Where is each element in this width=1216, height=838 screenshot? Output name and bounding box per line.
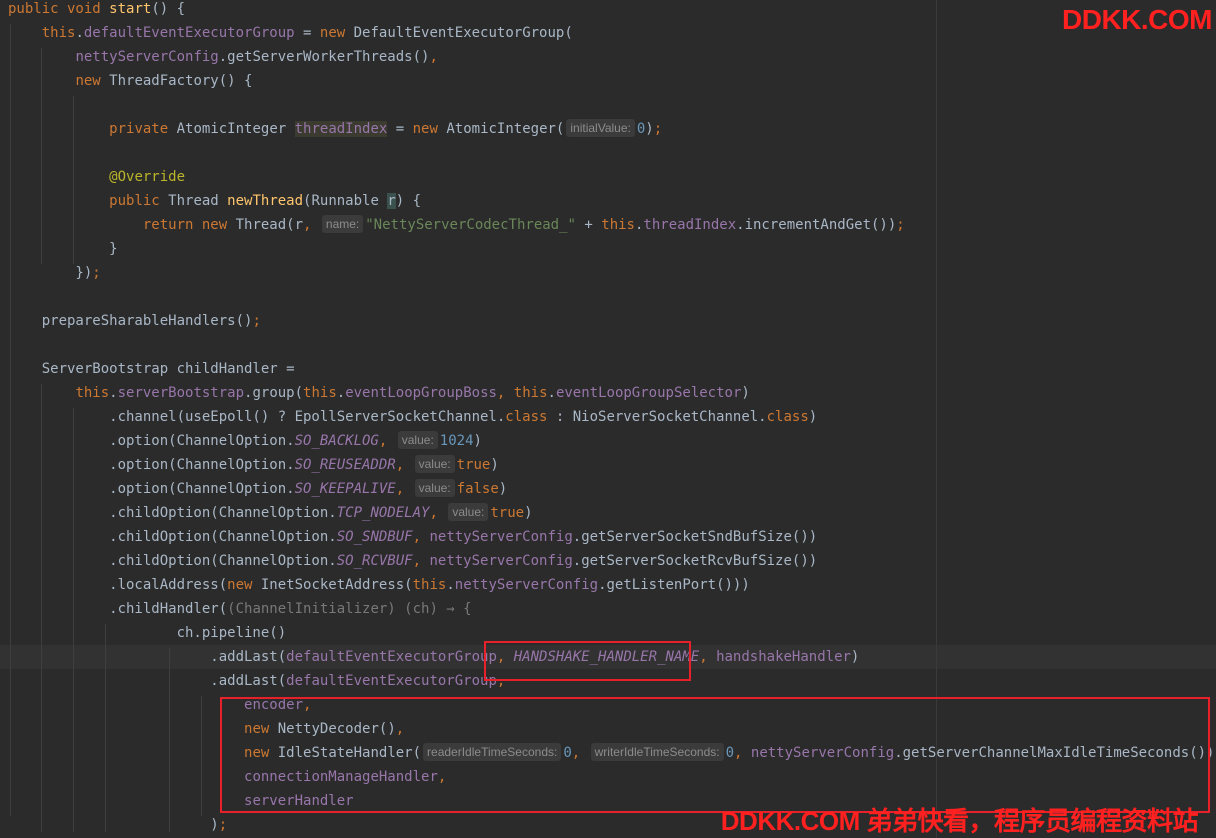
code-line: public void start() { — [8, 1, 186, 17]
code-line: return new Thread(r, name: "NettyServerCo… — [142, 215, 905, 233]
code-line: .childOption(ChannelOption.TCP_NODELAY, … — [8, 503, 533, 521]
param-hint: value: — [414, 479, 455, 497]
code-line: ); — [8, 817, 228, 833]
param-hint: initialValue: — [566, 119, 635, 137]
code-line: .childOption(ChannelOption.SO_RCVBUF, ne… — [8, 553, 818, 569]
code-line: .option(ChannelOption.SO_BACKLOG, value:… — [8, 431, 482, 449]
code-line: .channel(useEpoll() ? EpollServerSocketC… — [8, 409, 818, 425]
code-line: ServerBootstrap childHandler = — [8, 361, 295, 377]
code-line: .addLast(defaultEventExecutorGroup, — [8, 673, 506, 689]
code-line: nettyServerConfig.getServerWorkerThreads… — [75, 49, 438, 65]
code-editor[interactable]: public void start() { this.defaultEventE… — [0, 0, 1216, 838]
highlight-box-handshake — [484, 641, 691, 681]
code-line: this.defaultEventExecutorGroup = new Def… — [41, 25, 573, 41]
code-line: .childHandler((ChannelInitializer) (ch) … — [8, 601, 472, 617]
param-hint: value: — [448, 503, 489, 521]
code-line: @Override — [109, 169, 186, 185]
code-line: ch.pipeline() — [8, 625, 287, 641]
param-hint: value: — [397, 431, 438, 449]
watermark-bottom: DDKK.COM 弟弟快看，程序员编程资料站 — [720, 806, 1199, 836]
param-hint: name: — [321, 215, 364, 233]
code-line: .option(ChannelOption.SO_KEEPALIVE, valu… — [8, 479, 508, 497]
code-line: new ThreadFactory() { — [75, 73, 253, 89]
code-line: .childOption(ChannelOption.SO_SNDBUF, ne… — [8, 529, 818, 545]
code-line: private AtomicInteger threadIndex = new … — [109, 119, 663, 137]
code-line: }); — [8, 265, 101, 281]
code-line: .localAddress(new InetSocketAddress(this… — [8, 577, 750, 593]
code-line: .addLast(defaultEventExecutorGroup, HAND… — [8, 649, 860, 665]
code-line: .option(ChannelOption.SO_REUSEADDR, valu… — [8, 455, 499, 473]
highlight-box-handlers — [220, 697, 1210, 813]
code-line: prepareSharableHandlers(); — [8, 313, 261, 329]
param-hint: value: — [414, 455, 455, 473]
code-line: } — [8, 241, 118, 257]
watermark-top: DDKK.COM — [1062, 4, 1213, 35]
code-line: this.serverBootstrap.group(this.eventLoo… — [75, 385, 750, 401]
code-line: public Thread newThread(Runnable r) { — [109, 193, 422, 209]
